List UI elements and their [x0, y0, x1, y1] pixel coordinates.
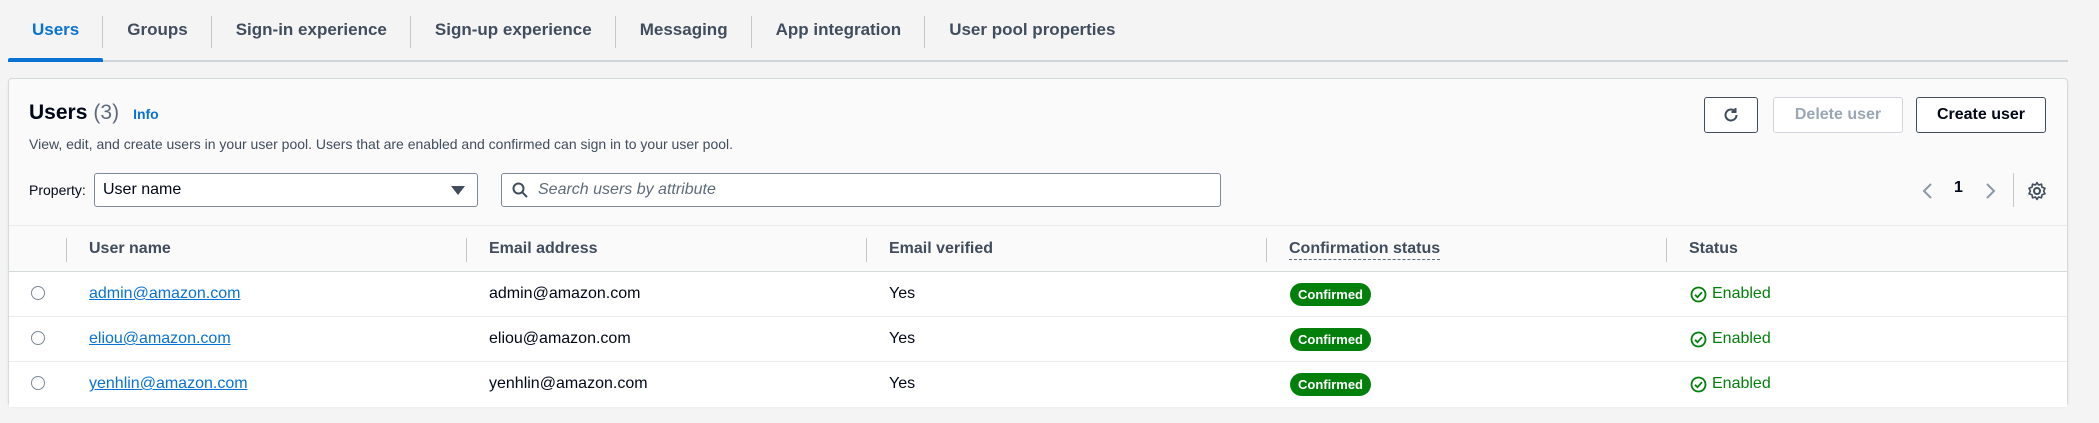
- username-link[interactable]: admin@amazon.com: [89, 285, 240, 303]
- status-text: Enabled: [1712, 285, 1771, 302]
- refresh-button[interactable]: [1704, 97, 1758, 133]
- row-select-radio[interactable]: [31, 331, 45, 345]
- caret-down-icon: [451, 186, 465, 195]
- info-link[interactable]: Info: [133, 106, 159, 122]
- email-address: eliou@amazon.com: [489, 330, 631, 347]
- property-select-value: User name: [103, 181, 182, 198]
- panel-description: View, edit, and create users in your use…: [29, 136, 734, 152]
- status-text: Enabled: [1712, 330, 1771, 347]
- column-divider: [1666, 238, 1667, 262]
- tab-app-integration[interactable]: App integration: [752, 0, 926, 60]
- pagination-divider: [2013, 173, 2014, 207]
- page-title: Users (3) Info: [29, 101, 159, 124]
- check-circle-icon: [1690, 376, 1707, 392]
- gear-icon: [2028, 181, 2046, 201]
- column-divider: [1266, 238, 1267, 262]
- status-indicator: Enabled: [1690, 330, 1771, 348]
- email-address: yenhlin@amazon.com: [489, 375, 648, 392]
- column-header-user-name[interactable]: User name: [89, 240, 171, 258]
- column-header-confirmation-status[interactable]: Confirmation status: [1289, 240, 1441, 260]
- property-label: Property:: [29, 182, 86, 198]
- confirmation-badge: Confirmed: [1290, 373, 1371, 396]
- search-input[interactable]: [538, 181, 1198, 199]
- check-circle-icon: [1690, 286, 1707, 302]
- refresh-icon: [1724, 108, 1738, 122]
- column-header-email-address[interactable]: Email address: [489, 240, 598, 258]
- user-count: (3): [93, 101, 120, 124]
- preferences-button[interactable]: [2027, 177, 2047, 205]
- confirmation-badge: Confirmed: [1290, 328, 1371, 351]
- tab-sign-up-experience[interactable]: Sign-up experience: [411, 0, 616, 60]
- row-select-radio[interactable]: [31, 376, 45, 390]
- email-address: admin@amazon.com: [489, 285, 641, 302]
- page-number[interactable]: 1: [1954, 179, 1963, 197]
- tab-sign-in-experience[interactable]: Sign-in experience: [212, 0, 411, 60]
- check-circle-icon: [1690, 331, 1707, 347]
- chevron-right-icon: [1986, 183, 1996, 199]
- column-divider: [866, 238, 867, 262]
- table-header: User name Email address Email verified C…: [9, 225, 2067, 272]
- tab-users[interactable]: Users: [8, 0, 104, 62]
- search-icon: [512, 182, 528, 198]
- tab-messaging[interactable]: Messaging: [616, 0, 752, 60]
- confirmation-badge: Confirmed: [1290, 283, 1371, 306]
- table-row: admin@amazon.com admin@amazon.com Yes Co…: [9, 272, 2067, 317]
- column-divider: [466, 238, 467, 262]
- column-divider: [66, 238, 67, 262]
- email-verified: Yes: [889, 330, 916, 347]
- status-indicator: Enabled: [1690, 375, 1771, 393]
- column-header-email-verified[interactable]: Email verified: [889, 240, 993, 258]
- table-row: yenhlin@amazon.com yenhlin@amazon.com Ye…: [9, 362, 2067, 407]
- column-header-status[interactable]: Status: [1689, 240, 1738, 258]
- search-field[interactable]: [501, 173, 1221, 207]
- previous-page-button[interactable]: [1921, 177, 1935, 205]
- tab-groups[interactable]: Groups: [103, 0, 212, 60]
- status-text: Enabled: [1712, 375, 1771, 392]
- table-row: eliou@amazon.com eliou@amazon.com Yes Co…: [9, 317, 2067, 362]
- users-table: User name Email address Email verified C…: [9, 225, 2067, 407]
- email-verified: Yes: [889, 285, 916, 302]
- tab-bar: Users Groups Sign-in experience Sign-up …: [8, 0, 2068, 62]
- property-select[interactable]: User name: [94, 173, 478, 207]
- next-page-button[interactable]: [1983, 177, 1997, 205]
- row-select-radio[interactable]: [31, 286, 45, 300]
- tab-user-pool-properties[interactable]: User pool properties: [925, 0, 1139, 60]
- chevron-left-icon: [1922, 183, 1932, 199]
- delete-user-button[interactable]: Delete user: [1773, 97, 1903, 133]
- create-user-button[interactable]: Create user: [1916, 97, 2046, 133]
- email-verified: Yes: [889, 375, 916, 392]
- users-panel: Users (3) Info View, edit, and create us…: [8, 78, 2068, 407]
- username-link[interactable]: yenhlin@amazon.com: [89, 375, 248, 393]
- status-indicator: Enabled: [1690, 285, 1771, 303]
- username-link[interactable]: eliou@amazon.com: [89, 330, 231, 348]
